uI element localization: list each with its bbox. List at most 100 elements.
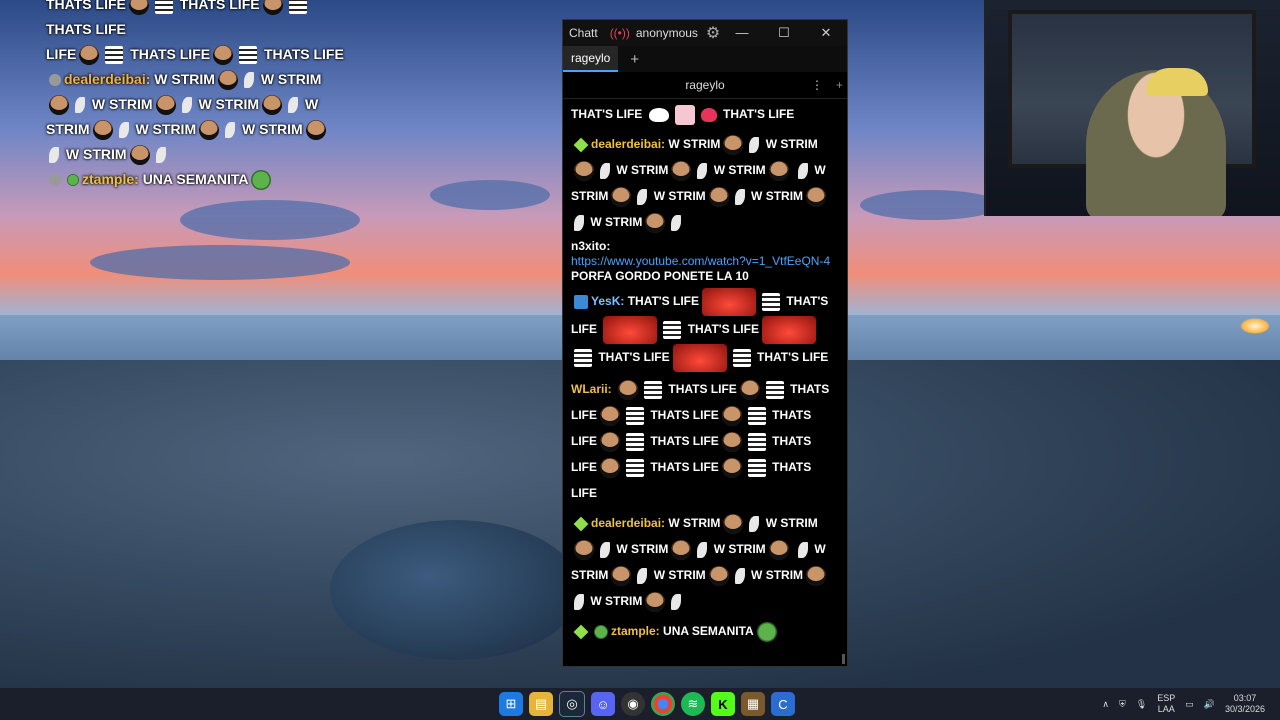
add-split-button[interactable]: +: [836, 78, 843, 92]
obs-icon[interactable]: ◉: [621, 692, 645, 716]
red-face-emote-icon: [761, 316, 816, 344]
network-icon[interactable]: ▭: [1185, 699, 1194, 710]
message-list[interactable]: THAT'S LIFE THAT'S LIFE dealerdeibai: W …: [563, 99, 847, 666]
message-text: THATS LIFE: [650, 434, 719, 448]
sheet-emote-icon: [644, 380, 663, 399]
kick-icon[interactable]: K: [711, 692, 735, 716]
face-emote-icon: [708, 186, 729, 207]
overlay-username: ztample:: [82, 171, 139, 187]
steam-icon[interactable]: ◎: [559, 691, 585, 717]
face-emote-icon: [199, 120, 220, 141]
frog-badge-icon: [67, 174, 79, 187]
message-text: PORFA GORDO PONETE LA 10: [571, 269, 749, 283]
face-emote-icon: [768, 539, 789, 560]
overlay-line: THATS LIFE THATS LIFE THATS LIFE: [46, 0, 356, 42]
account-name[interactable]: anonymous: [636, 26, 698, 40]
live-icon[interactable]: ((•)): [610, 26, 630, 40]
face-emote-icon: [721, 405, 742, 426]
split-menu-icon[interactable]: ⋮: [811, 78, 823, 92]
face-emote-icon: [806, 186, 827, 207]
feather-emote-icon: [600, 541, 610, 558]
feather-emote-icon: [225, 122, 236, 139]
feather-emote-icon: [75, 97, 85, 114]
sparkle-badge-icon: [573, 137, 589, 153]
chat-username[interactable]: dealerdeibai:: [591, 137, 665, 151]
chat-message: dealerdeibai: W STRIM W STRIM W STRIM W …: [571, 510, 839, 614]
face-emote-icon: [671, 539, 692, 560]
sheet-emote-icon: [626, 458, 644, 477]
title-bar[interactable]: Chatt ((•)) anonymous ⚙ — ☐ ✕: [563, 20, 847, 46]
message-text: THAT'S LIFE: [571, 107, 643, 121]
face-emote-icon: [129, 145, 150, 166]
chatterino-icon[interactable]: C: [771, 692, 795, 716]
channel-name: rageylo: [685, 78, 725, 92]
face-emote-icon: [721, 457, 742, 478]
message-text: W STRIM: [590, 215, 643, 229]
message-text: W STRIM: [653, 568, 706, 582]
file-explorer-icon[interactable]: ▤: [529, 692, 553, 716]
anime-emote-icon: [674, 104, 695, 125]
face-emote-icon: [217, 70, 238, 91]
discord-icon[interactable]: ☺: [591, 692, 615, 716]
face-emote-icon: [262, 95, 283, 116]
badge-icon: [49, 74, 61, 87]
message-text: W STRIM: [616, 542, 669, 556]
chat-message: THAT'S LIFE THAT'S LIFE: [571, 101, 839, 127]
face-emote-icon: [611, 565, 632, 586]
face-emote-icon: [806, 565, 827, 586]
message-text: THATS: [790, 382, 830, 396]
overlay-text: W STRIM: [242, 121, 303, 137]
chevron-up-icon[interactable]: ∧: [1102, 699, 1109, 710]
face-emote-icon: [574, 539, 594, 560]
gear-icon[interactable]: ⚙: [706, 23, 720, 43]
tab-rageylo[interactable]: rageylo: [563, 46, 619, 72]
face-emote-icon: [600, 405, 620, 426]
maximize-button[interactable]: ☐: [763, 25, 805, 41]
chat-username[interactable]: YesK:: [591, 294, 624, 308]
chat-username[interactable]: n3xito:: [571, 239, 839, 254]
system-tray: ∧ ⛨ 🎙 ESP LAA ▭ 🔊 03:07 30/3/2026: [1097, 688, 1270, 720]
message-text: W STRIM: [653, 189, 706, 203]
chat-username[interactable]: ztample:: [611, 624, 660, 638]
overlay-text: THATS LIFE: [263, 46, 344, 62]
youtube-link[interactable]: https://www.youtube.com/watch?v=1_VtfEeQ…: [571, 254, 830, 268]
sheet-emote-icon: [154, 0, 173, 15]
windows-start-icon[interactable]: ⊞: [499, 692, 523, 716]
overlay-text: THATS LIFE: [46, 21, 126, 37]
overlay-line: W STRIM: [46, 142, 356, 167]
language-code: ESP: [1157, 693, 1176, 703]
minimize-button[interactable]: —: [721, 25, 763, 41]
overlay-text: W STRIM: [135, 121, 197, 137]
webcam-feed: [984, 0, 1280, 216]
chrome-icon[interactable]: [651, 692, 675, 716]
message-text: W STRIM: [713, 163, 766, 177]
feather-emote-icon: [734, 567, 745, 584]
microphone-icon[interactable]: 🎙: [1136, 699, 1147, 710]
scrollbar[interactable]: [842, 654, 845, 664]
chat-username[interactable]: WLarii:: [571, 382, 612, 396]
message-text: W STRIM: [590, 594, 643, 608]
sparkle-badge-icon: [573, 516, 589, 532]
feather-emote-icon: [49, 147, 59, 164]
feather-emote-icon: [637, 188, 648, 205]
sheet-emote-icon: [747, 406, 766, 425]
minecraft-icon[interactable]: ▦: [741, 692, 765, 716]
spotify-icon[interactable]: ≋: [681, 692, 705, 716]
volume-icon[interactable]: 🔊: [1204, 699, 1215, 710]
language-indicator[interactable]: ESP LAA: [1157, 693, 1175, 715]
sheet-emote-icon: [732, 349, 751, 367]
security-icon[interactable]: ⛨: [1119, 699, 1126, 710]
overlay-text: THATS LIFE: [46, 0, 126, 12]
clock[interactable]: 03:07 30/3/2026: [1225, 693, 1265, 715]
feather-emote-icon: [637, 567, 648, 584]
split-header[interactable]: rageylo ⋮ +: [563, 72, 847, 99]
feather-emote-icon: [798, 162, 809, 179]
close-button[interactable]: ✕: [805, 25, 847, 41]
chat-message: YesK: THAT'S LIFE THAT'S LIFE THAT'S LIF…: [571, 288, 839, 372]
add-tab-button[interactable]: +: [630, 51, 639, 68]
overlay-text: W STRIM: [260, 71, 322, 87]
badge-icon: [49, 174, 61, 187]
chat-username[interactable]: dealerdeibai:: [591, 516, 665, 530]
sheet-emote-icon: [626, 432, 644, 451]
clock-time: 03:07: [1233, 693, 1257, 703]
